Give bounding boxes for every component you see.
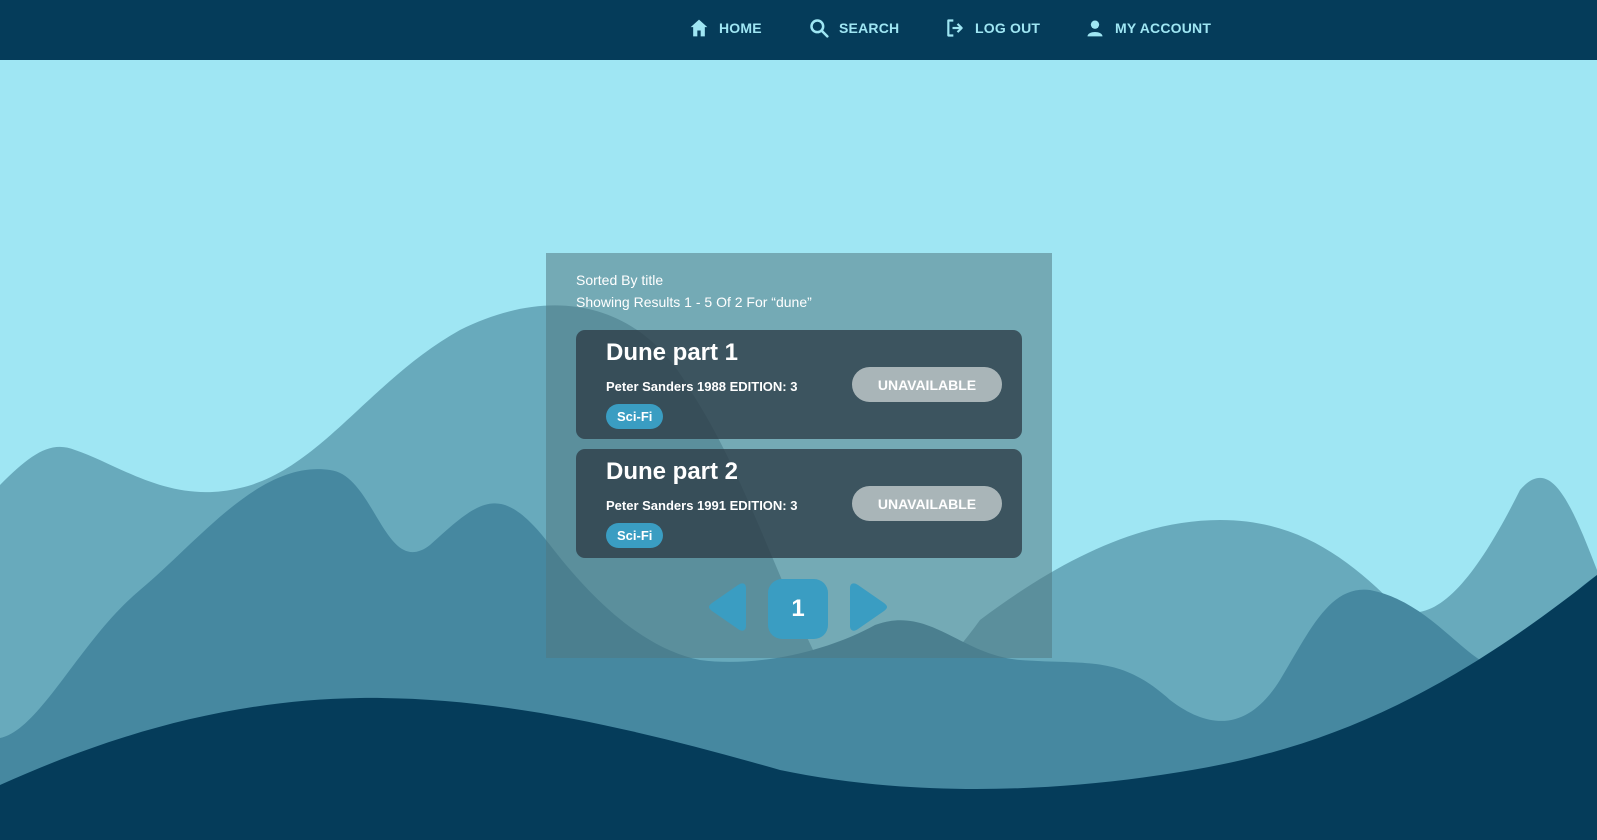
- results-count: Showing Results 1 - 5 Of 2 For “dune”: [576, 294, 812, 310]
- results-panel: Sorted By title Showing Results 1 - 5 Of…: [546, 253, 1052, 658]
- sort-info: Sorted By title: [576, 272, 664, 288]
- nav-account-link[interactable]: MY ACCOUNT: [1084, 17, 1211, 39]
- nav-home-link[interactable]: HOME: [688, 17, 762, 39]
- search-icon: [808, 17, 830, 39]
- current-page-button[interactable]: 1: [768, 579, 828, 639]
- book-card[interactable]: Dune part 1 Peter Sanders 1988 EDITION: …: [576, 330, 1022, 439]
- nav-logout-label: LOG OUT: [975, 20, 1041, 36]
- availability-button[interactable]: UNAVAILABLE: [852, 367, 1002, 402]
- genre-tag[interactable]: Sci-Fi: [606, 523, 664, 548]
- nav-account-label: MY ACCOUNT: [1115, 20, 1212, 36]
- book-card[interactable]: Dune part 2 Peter Sanders 1991 EDITION: …: [576, 449, 1022, 558]
- book-details: Peter Sanders 1988 EDITION: 3: [606, 379, 798, 394]
- home-icon: [688, 17, 710, 39]
- previous-page-button[interactable]: [708, 582, 748, 632]
- chevron-left-icon: [709, 583, 746, 631]
- top-navbar: HOME SEARCH LOG OUT MY ACCOUNT: [0, 0, 1597, 60]
- genre-tag[interactable]: Sci-Fi: [606, 404, 664, 429]
- user-icon: [1084, 17, 1106, 39]
- nav-home-label: HOME: [719, 20, 762, 36]
- book-title: Dune part 1: [606, 339, 739, 366]
- chevron-right-icon: [850, 583, 887, 631]
- next-page-button[interactable]: [848, 582, 888, 632]
- book-details: Peter Sanders 1991 EDITION: 3: [606, 498, 798, 513]
- logout-icon: [944, 17, 966, 39]
- book-title: Dune part 2: [606, 458, 739, 485]
- availability-button[interactable]: UNAVAILABLE: [852, 486, 1002, 521]
- nav-search-label: SEARCH: [839, 20, 900, 36]
- nav-logout-link[interactable]: LOG OUT: [944, 17, 1040, 39]
- nav-search-link[interactable]: SEARCH: [808, 17, 899, 39]
